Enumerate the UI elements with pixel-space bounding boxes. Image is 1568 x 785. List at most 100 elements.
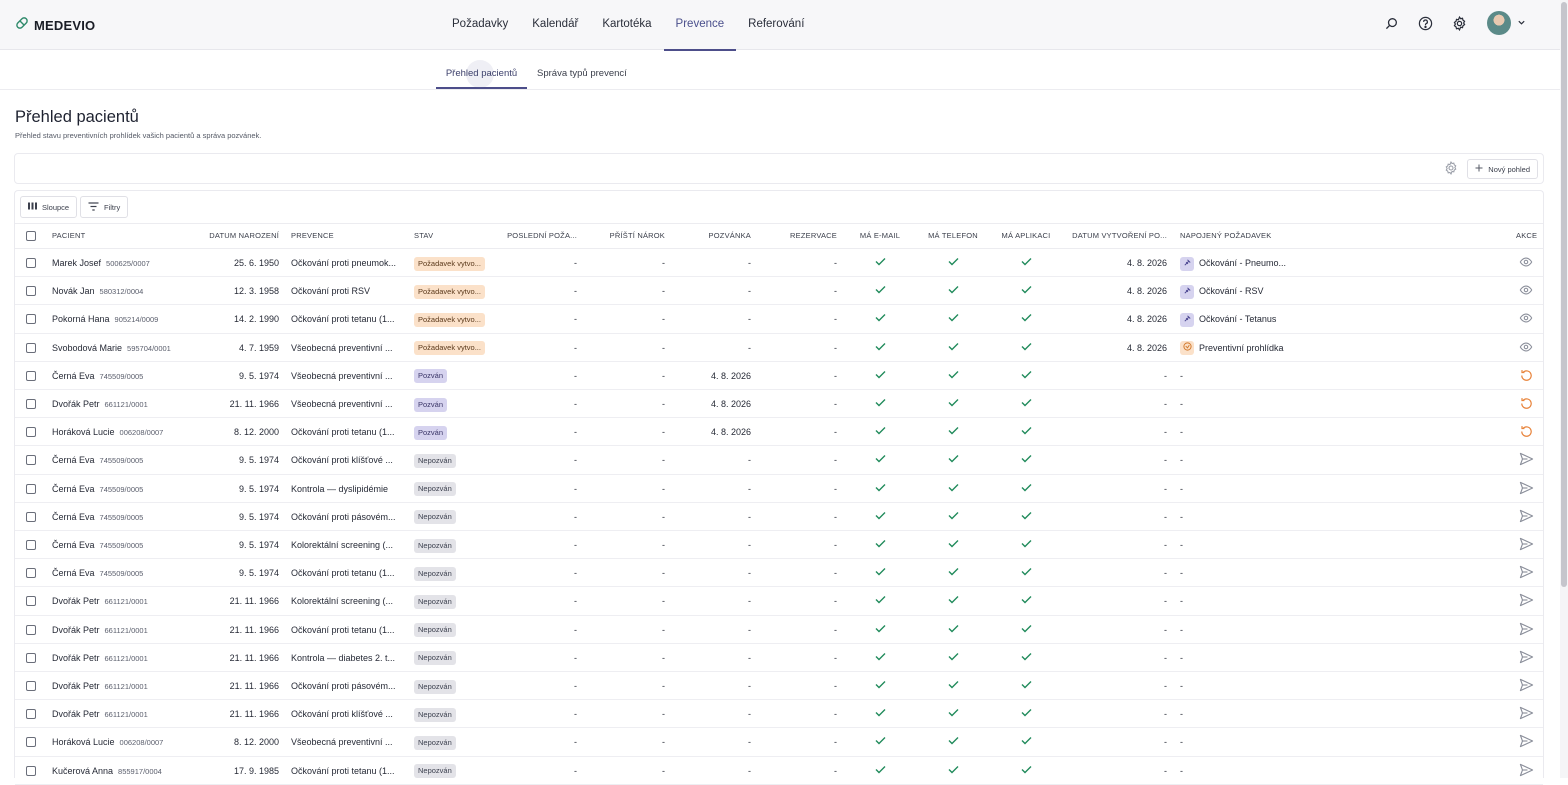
patient-cell[interactable]: Černá Eva 745509/0005	[52, 503, 197, 531]
nav-item-0[interactable]: Požadavky	[440, 0, 520, 50]
row-checkbox[interactable]	[26, 765, 36, 776]
row-checkbox[interactable]	[26, 342, 36, 353]
patient-cell[interactable]: Marek Josef 500625/0007	[52, 249, 197, 277]
linked-request-cell[interactable]: Očkování - Tetanus	[1180, 305, 1380, 333]
row-checkbox[interactable]	[26, 427, 36, 438]
table-row[interactable]: Marek Josef 500625/0007 25. 6. 1950 Očkován…	[15, 249, 1543, 278]
search-icon[interactable]	[1383, 15, 1399, 31]
eye-icon[interactable]	[1519, 255, 1535, 271]
table-row[interactable]: Dvořák Petr 661121/0001 21. 11. 1966 Kontro…	[15, 644, 1543, 672]
select-all-checkbox[interactable]	[26, 231, 36, 241]
patient-cell[interactable]: Černá Eva 745509/0005	[52, 559, 197, 587]
row-checkbox[interactable]	[26, 483, 36, 494]
row-checkbox[interactable]	[26, 681, 36, 691]
row-checkbox[interactable]	[26, 399, 36, 409]
nav-item-3[interactable]: Prevence	[663, 0, 737, 51]
scrollbar-thumb[interactable]	[1561, 2, 1567, 587]
view-settings-gear-icon[interactable]	[1444, 160, 1460, 177]
table-row[interactable]: Dvořák Petr 661121/0001 21. 11. 1966 Očková…	[15, 616, 1543, 644]
page-scrollbar[interactable]	[1560, 0, 1568, 778]
row-checkbox[interactable]	[26, 596, 36, 607]
row-checkbox[interactable]	[26, 709, 36, 720]
linked-request-cell[interactable]: Očkování - RSV	[1180, 277, 1380, 305]
patient-cell[interactable]: Černá Eva 745509/0005	[52, 475, 197, 503]
table-row[interactable]: Novák Jan 580312/0004 12. 3. 1958 Očkování …	[15, 277, 1543, 306]
patient-cell[interactable]: Dvořák Petr 661121/0001	[52, 672, 197, 700]
patient-cell[interactable]: Dvořák Petr 661121/0001	[52, 700, 197, 728]
table-row[interactable]: Černá Eva 745509/0005 9. 5. 1974 Kolorektál…	[15, 531, 1543, 560]
header-has-email[interactable]: MÁ E-MAIL	[849, 224, 911, 248]
table-row[interactable]: Černá Eva 745509/0005 9. 5. 1974 Všeobecná …	[15, 362, 1543, 390]
table-row[interactable]: Černá Eva 745509/0005 9. 5. 1974 Očkování p…	[15, 503, 1543, 531]
patient-cell[interactable]: Dvořák Petr 661121/0001	[52, 644, 197, 672]
header-reservation[interactable]: REZERVACE	[759, 224, 837, 248]
filters-button[interactable]: Filtry	[80, 196, 129, 218]
send-icon[interactable]	[1519, 678, 1535, 694]
send-icon[interactable]	[1519, 763, 1535, 779]
row-checkbox[interactable]	[26, 737, 36, 748]
send-icon[interactable]	[1519, 622, 1535, 638]
send-icon[interactable]	[1519, 481, 1535, 497]
patient-cell[interactable]: Dvořák Petr 661121/0001	[52, 587, 197, 615]
row-checkbox[interactable]	[26, 652, 36, 663]
patient-cell[interactable]: Kučerová Anna 855917/0004	[52, 757, 197, 785]
row-checkbox[interactable]	[26, 568, 36, 579]
header-patient[interactable]: PACIENT	[52, 224, 85, 248]
patient-cell[interactable]: Černá Eva 745509/0005	[52, 362, 197, 390]
resend-icon[interactable]	[1519, 368, 1535, 384]
header-dob[interactable]: DATUM NAROZENÍ	[195, 224, 279, 248]
send-icon[interactable]	[1519, 509, 1535, 525]
resend-icon[interactable]	[1519, 424, 1535, 440]
eye-icon[interactable]	[1519, 311, 1535, 327]
table-row[interactable]: Černá Eva 745509/0005 9. 5. 1974 Kontrola —…	[15, 475, 1543, 503]
row-checkbox[interactable]	[26, 455, 36, 466]
table-row[interactable]: Dvořák Petr 661121/0001 21. 11. 1966 Všeobe…	[15, 390, 1543, 419]
header-next-claim[interactable]: PŘÍŠTÍ NÁROK	[585, 224, 665, 248]
table-row[interactable]: Černá Eva 745509/0005 9. 5. 1974 Očkování p…	[15, 446, 1543, 475]
header-has-phone[interactable]: MÁ TELEFON	[919, 224, 987, 248]
patient-cell[interactable]: Horáková Lucie 006208/0007	[52, 418, 197, 446]
table-row[interactable]: Horáková Lucie 006208/0007 8. 12. 2000 Očko…	[15, 418, 1543, 447]
table-row[interactable]: Dvořák Petr 661121/0001 21. 11. 1966 Očková…	[15, 700, 1543, 729]
nav-item-4[interactable]: Referování	[736, 0, 816, 50]
send-icon[interactable]	[1519, 565, 1535, 581]
row-checkbox[interactable]	[26, 314, 36, 325]
header-status[interactable]: STAV	[414, 224, 433, 248]
linked-request-cell[interactable]: Očkování - Pneumo...	[1180, 249, 1380, 277]
settings-gear-icon[interactable]	[1451, 15, 1467, 31]
columns-button[interactable]: Sloupce	[20, 196, 78, 218]
row-checkbox[interactable]	[26, 624, 36, 635]
row-checkbox[interactable]	[26, 286, 36, 297]
eye-icon[interactable]	[1519, 340, 1535, 356]
table-row[interactable]: Černá Eva 745509/0005 9. 5. 1974 Očkování p…	[15, 559, 1543, 588]
table-row[interactable]: Horáková Lucie 006208/0007 8. 12. 2000 Všeo…	[15, 728, 1543, 757]
patient-cell[interactable]: Černá Eva 745509/0005	[52, 446, 197, 474]
nav-item-2[interactable]: Kartotéka	[590, 0, 663, 50]
send-icon[interactable]	[1519, 650, 1535, 666]
table-row[interactable]: Dvořák Petr 661121/0001 21. 11. 1966 Kolore…	[15, 587, 1543, 616]
patient-cell[interactable]: Dvořák Petr 661121/0001	[52, 390, 197, 418]
header-last-request[interactable]: POSLEDNÍ POŽA...	[499, 224, 577, 248]
table-row[interactable]: Kučerová Anna 855917/0004 17. 9. 1985 Očkov…	[15, 757, 1543, 785]
header-created[interactable]: DATUM VYTVOŘENÍ PO...	[1065, 224, 1167, 248]
row-checkbox[interactable]	[26, 511, 36, 522]
row-checkbox[interactable]	[26, 370, 36, 381]
header-prevention[interactable]: PREVENCE	[291, 224, 334, 248]
patient-cell[interactable]: Dvořák Petr 661121/0001	[52, 616, 197, 644]
new-view-button[interactable]: Nový pohled	[1467, 159, 1538, 179]
send-icon[interactable]	[1519, 452, 1535, 468]
patient-cell[interactable]: Horáková Lucie 006208/0007	[52, 728, 197, 756]
table-row[interactable]: Svobodová Marie 595704/0001 4. 7. 1959 Všeo…	[15, 334, 1543, 362]
resend-icon[interactable]	[1519, 396, 1535, 412]
header-has-app[interactable]: MÁ APLIKACI	[993, 224, 1059, 248]
patient-cell[interactable]: Černá Eva 745509/0005	[52, 531, 197, 559]
header-linked-request[interactable]: NAPOJENÝ POŽADAVEK	[1180, 224, 1271, 248]
send-icon[interactable]	[1519, 593, 1535, 609]
tab-patient-overview[interactable]: Přehled pacientů	[436, 50, 527, 89]
help-icon[interactable]	[1417, 15, 1433, 31]
user-menu[interactable]	[1487, 11, 1526, 35]
eye-icon[interactable]	[1519, 283, 1535, 299]
linked-request-cell[interactable]: Preventivní prohlídka	[1180, 334, 1380, 362]
logo[interactable]: MEDEVIO	[14, 15, 95, 36]
tab-prevention-types[interactable]: Správa typů prevencí	[537, 50, 627, 89]
